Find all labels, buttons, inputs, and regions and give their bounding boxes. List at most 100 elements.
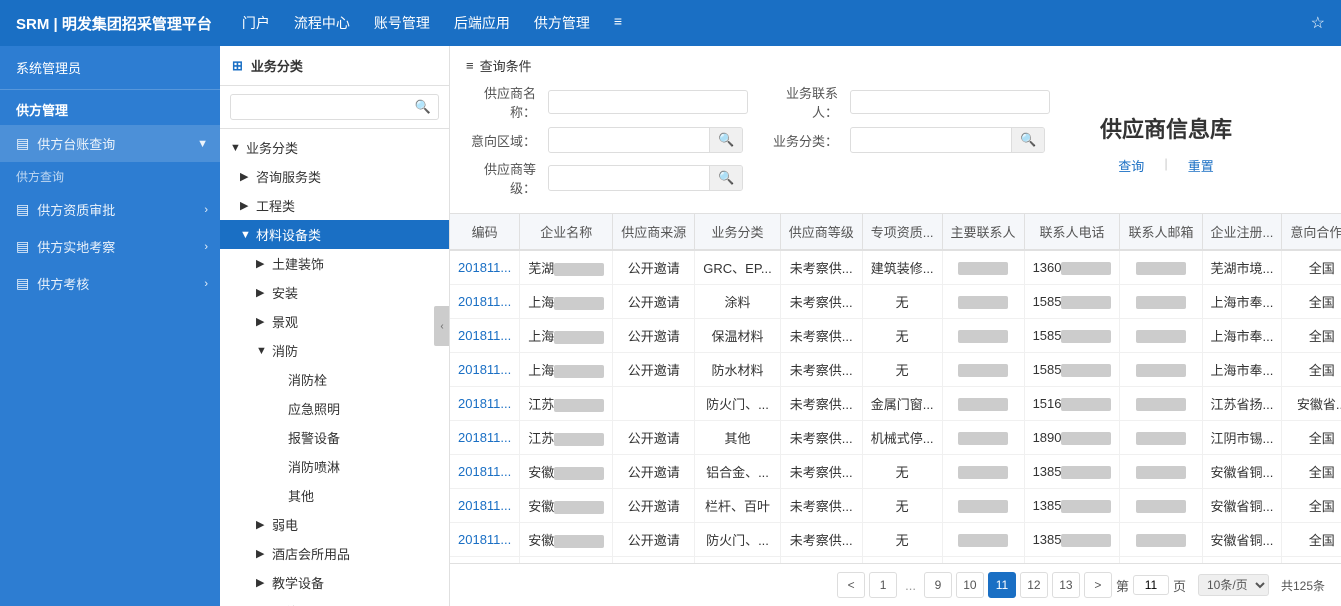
sidebar-item-assessment[interactable]: ▤ 供方考核 › xyxy=(0,265,220,302)
tree-item-label: 工程类 xyxy=(256,196,295,215)
page-btn-1[interactable]: 1 xyxy=(869,572,897,598)
tree-item-hotel[interactable]: ▶ 酒店会所用品 xyxy=(220,539,449,568)
expand-icon: ▶ xyxy=(240,199,252,212)
table-cell: 无 xyxy=(862,455,942,489)
star-icon[interactable]: ☆ xyxy=(1311,13,1325,33)
level-search-btn[interactable]: 🔍 xyxy=(709,166,742,190)
tree-item-education[interactable]: ▶ 教学设备 xyxy=(220,568,449,597)
right-content: ≡ 查询条件 供应商名称： 意向区域： 🔍 xyxy=(450,46,1341,606)
table-row[interactable]: 201811...安徽公开邀请栏杆、百叶未考察供...无1385安徽省铜...全… xyxy=(450,489,1341,523)
sidebar-item-supplier-ledger[interactable]: ▤ 供方台账查询 ▼ xyxy=(0,125,220,162)
category-input[interactable] xyxy=(851,129,1011,151)
tree-item-consulting[interactable]: ▶ 咨询服务类 xyxy=(220,162,449,191)
page-size-select[interactable]: 10条/页 xyxy=(1198,574,1269,596)
table-cell: 建筑装修... xyxy=(862,250,942,285)
table-row[interactable]: 201811...安徽公开邀请防火门、...未考察供...无1385安徽省铜..… xyxy=(450,523,1341,557)
expand-icon: ▼ xyxy=(230,142,242,154)
tree-search-icon: 🔍 xyxy=(415,99,431,115)
page-btn-11[interactable]: 11 xyxy=(988,572,1016,598)
page-btn-12[interactable]: 12 xyxy=(1020,572,1048,598)
tree-item-engineering[interactable]: ▶ 工程类 xyxy=(220,191,449,220)
data-table: 编码 企业名称 供应商来源 业务分类 供应商等级 专项资质... 主要联系人 联… xyxy=(450,214,1341,563)
prev-page-btn[interactable]: < xyxy=(837,572,865,598)
tree-item-installation[interactable]: ▶ 安装 xyxy=(220,278,449,307)
tree-item-fire-other[interactable]: 其他 xyxy=(220,481,449,510)
sidebar-item-site-survey[interactable]: ▤ 供方实地考察 › xyxy=(0,228,220,265)
table-row[interactable]: 201811...芜湖公开邀请GRC、EP...未考察供...建筑装修...13… xyxy=(450,250,1341,285)
tree-item-fire-hydrant[interactable]: 消防栓 xyxy=(220,365,449,394)
arrow-icon: › xyxy=(204,241,208,253)
middle-panel: ⊞ 业务分类 🔍 ▼ 业务分类 ▶ 咨询服务类 ▶ 工程类 xyxy=(220,46,450,606)
tree-item-label: 酒店会所用品 xyxy=(272,544,350,563)
next-page-btn[interactable]: > xyxy=(1084,572,1112,598)
tree-item-sprinkler[interactable]: 消防喷淋 xyxy=(220,452,449,481)
region-input[interactable] xyxy=(549,129,709,151)
table-row[interactable]: 201811...上海公开邀请保温材料未考察供...无1585上海市奉...全国 xyxy=(450,319,1341,353)
nav-backend[interactable]: 后端应用 xyxy=(454,11,510,35)
sidebar-item-label: 供方考核 xyxy=(37,274,89,293)
reset-button[interactable]: 重置 xyxy=(1188,156,1214,175)
nav-portal[interactable]: 门户 xyxy=(242,11,270,35)
pagination: < 1 ... 9 10 11 12 13 > 第 页 10条/页 共125条 xyxy=(450,563,1341,606)
collapse-panel-button[interactable]: ‹ xyxy=(434,306,450,346)
table-cell[interactable]: 201811... xyxy=(450,319,520,353)
table-row[interactable]: 201811...安徽公开邀请铝合金、...未考察供...无1385安徽省铜..… xyxy=(450,455,1341,489)
table-cell xyxy=(1120,250,1202,285)
tree-item-emergency-light[interactable]: 应急照明 xyxy=(220,394,449,423)
table-cell: 未考察供... xyxy=(780,319,862,353)
level-input[interactable] xyxy=(549,167,709,189)
expand-icon: ▼ xyxy=(256,345,268,357)
sidebar-item-label: 供方实地考察 xyxy=(37,237,115,256)
contact-row: 业务联系人： xyxy=(768,83,1050,121)
query-button[interactable]: 查询 xyxy=(1118,156,1144,175)
table-row[interactable]: 201811...上海公开邀请防水材料未考察供...无1585上海市奉...全国 xyxy=(450,353,1341,387)
table-cell[interactable]: 201811... xyxy=(450,285,520,319)
nav-account[interactable]: 账号管理 xyxy=(374,11,430,35)
table-cell[interactable]: 201811... xyxy=(450,387,520,421)
app-logo: SRM | 明发集团招采管理平台 xyxy=(16,13,212,34)
tree-panel-title: 业务分类 xyxy=(251,56,303,75)
category-search-btn[interactable]: 🔍 xyxy=(1011,128,1044,152)
contact-input[interactable] xyxy=(850,90,1050,114)
table-cell: 无 xyxy=(862,319,942,353)
top-nav: SRM | 明发集团招采管理平台 门户 流程中心 账号管理 后端应用 供方管理 … xyxy=(0,0,1341,46)
tree-item-root[interactable]: ▼ 业务分类 xyxy=(220,133,449,162)
expand-icon: ▶ xyxy=(256,576,268,589)
table-cell[interactable]: 201811... xyxy=(450,421,520,455)
page-btn-9[interactable]: 9 xyxy=(924,572,952,598)
tree-item-civil[interactable]: ▶ 土建装饰 xyxy=(220,249,449,278)
table-cell: 公开邀请 xyxy=(613,285,695,319)
table-cell xyxy=(1120,523,1202,557)
tree-item-fire[interactable]: ▼ 消防 xyxy=(220,336,449,365)
tree-item-landscape[interactable]: ▶ 景观 xyxy=(220,307,449,336)
supplier-name-input[interactable] xyxy=(548,90,748,114)
tree-item-materials[interactable]: ▼ 材料设备类 xyxy=(220,220,449,249)
tree-item-alarm[interactable]: 报警设备 xyxy=(220,423,449,452)
col-category: 业务分类 xyxy=(695,214,780,250)
tree-item-materials-other[interactable]: 其他 xyxy=(220,597,449,606)
expand-icon: ▶ xyxy=(256,286,268,299)
nav-workflow[interactable]: 流程中心 xyxy=(294,11,350,35)
page-btn-10[interactable]: 10 xyxy=(956,572,984,598)
table-cell[interactable]: 201811... xyxy=(450,455,520,489)
page-btn-13[interactable]: 13 xyxy=(1052,572,1080,598)
region-search-btn[interactable]: 🔍 xyxy=(709,128,742,152)
nav-more[interactable]: ≡ xyxy=(614,11,622,35)
table-row[interactable]: 201811...上海公开邀请涂料未考察供...无1585上海市奉...全国 xyxy=(450,285,1341,319)
table-cell[interactable]: 201811... xyxy=(450,250,520,285)
table-cell[interactable]: 201811... xyxy=(450,353,520,387)
table-row[interactable]: 201811...江苏防火门、...未考察供...金属门窗...1516江苏省扬… xyxy=(450,387,1341,421)
sidebar-item-qualification[interactable]: ▤ 供方资质审批 › xyxy=(0,191,220,228)
col-qualification: 专项资质... xyxy=(862,214,942,250)
table-cell: 上海市奉... xyxy=(1202,285,1282,319)
tree-search-input[interactable] xyxy=(230,94,439,120)
table-cell: 安徽 xyxy=(520,455,613,489)
table-cell: 芜湖 xyxy=(520,250,613,285)
table-row[interactable]: 201811...江苏公开邀请其他未考察供...机械式停...1890江阴市锡.… xyxy=(450,421,1341,455)
table-body: 201811...芜湖公开邀请GRC、EP...未考察供...建筑装修...13… xyxy=(450,250,1341,563)
goto-input[interactable] xyxy=(1133,575,1169,595)
nav-supplier-mgmt[interactable]: 供方管理 xyxy=(534,11,590,35)
tree-item-weak-electricity[interactable]: ▶ 弱电 xyxy=(220,510,449,539)
table-cell[interactable]: 201811... xyxy=(450,523,520,557)
table-cell[interactable]: 201811... xyxy=(450,489,520,523)
